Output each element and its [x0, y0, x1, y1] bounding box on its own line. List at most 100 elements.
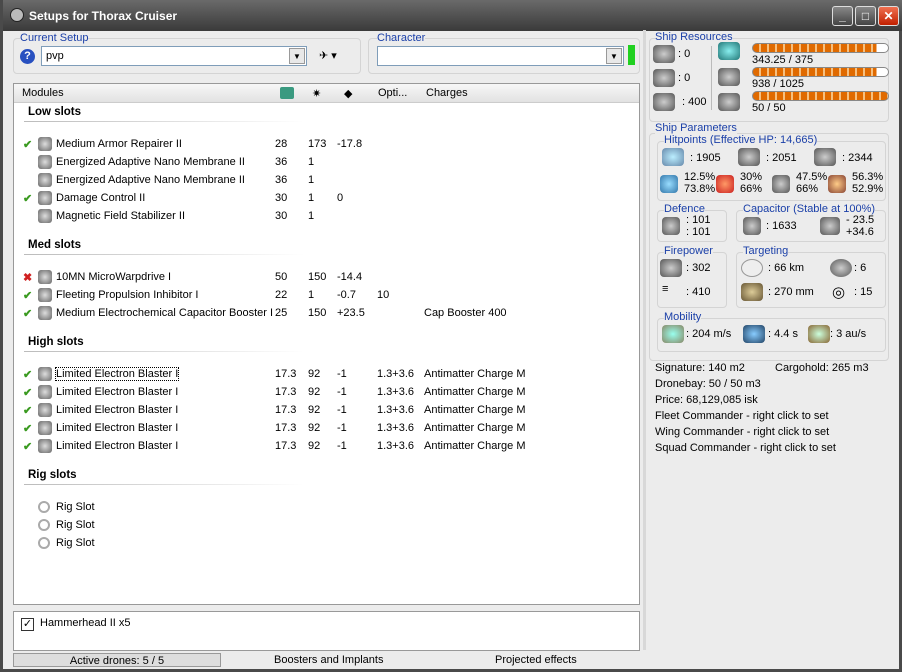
- module-row[interactable]: Energized Adaptive Nano Membrane II 36 1: [14, 153, 634, 171]
- minimize-button[interactable]: _: [832, 6, 853, 26]
- close-button[interactable]: ✕: [878, 6, 899, 26]
- title-bar[interactable]: Setups for Thorax Cruiser _ □ ✕: [3, 0, 902, 31]
- module-icon: [38, 155, 52, 169]
- shield-icon: [662, 148, 684, 166]
- check-icon[interactable]: ✔: [23, 422, 32, 435]
- speed-icon: [662, 325, 684, 343]
- module-row[interactable]: ✔ Limited Electron Blaster I 17.3 92 -1 1.3+3…: [14, 401, 634, 419]
- boosters-tab[interactable]: Boosters and Implants: [274, 654, 383, 666]
- optimal-value: 10: [377, 289, 390, 301]
- cpu-column-icon[interactable]: [280, 87, 294, 99]
- setup-select[interactable]: pvp ▼: [41, 46, 307, 66]
- module-icon: [38, 421, 52, 435]
- check-icon[interactable]: ✔: [23, 368, 32, 381]
- launcher-slots: : 0: [678, 72, 691, 84]
- charge-value[interactable]: Antimatter Charge M: [424, 368, 525, 380]
- splitter[interactable]: [643, 30, 646, 650]
- module-row[interactable]: ✔ Medium Armor Repairer II 28 173 -17.8: [14, 135, 634, 153]
- optimal-value: 1.3+3.6: [377, 386, 415, 398]
- squad-commander[interactable]: Squad Commander - right click to set: [655, 442, 836, 454]
- divider: [24, 254, 304, 255]
- character-select[interactable]: ▼: [377, 46, 624, 66]
- character-label: Character: [377, 32, 426, 44]
- wing-commander[interactable]: Wing Commander - right click to set: [655, 426, 829, 438]
- cpu-value: 36: [275, 174, 288, 186]
- module-row[interactable]: ✔ Limited Electron Blaster I 17.3 92 -1 1.3+3…: [14, 419, 634, 437]
- modules-list[interactable]: Modules ✷ ◆ Opti... Charges Low slots ✔ Me…: [13, 83, 640, 605]
- module-icon: [38, 173, 52, 187]
- max-targets: : 6: [854, 262, 867, 274]
- module-row[interactable]: ✔ Fleeting Propulsion Inhibitor I 22 1 -0.7 1…: [14, 286, 634, 304]
- header-modules[interactable]: Modules: [22, 87, 64, 99]
- module-row[interactable]: Rig Slot: [14, 498, 634, 516]
- cpu-value: 22: [275, 289, 288, 301]
- window-title: Setups for Thorax Cruiser: [29, 9, 178, 23]
- power-value: 1: [308, 156, 315, 168]
- em-resist-icon: [660, 175, 678, 193]
- cap-value: -14.4: [337, 271, 363, 283]
- module-icon: [38, 439, 52, 453]
- section-title: Low slots: [28, 106, 82, 118]
- module-icon: [38, 270, 52, 284]
- header-optimal[interactable]: Opti...: [378, 87, 407, 99]
- module-row[interactable]: ✔ Medium Electrochemical Capacitor Booste…: [14, 304, 634, 322]
- ship-menu-button[interactable]: ✈ ▾: [319, 49, 337, 62]
- module-row[interactable]: ✔ Damage Control II 30 1 0: [14, 189, 634, 207]
- targeting-title: Targeting: [743, 245, 789, 257]
- charge-value[interactable]: Antimatter Charge M: [424, 386, 525, 398]
- thermal-resists: 30% 66%: [740, 171, 763, 195]
- charge-value[interactable]: Antimatter Charge M: [424, 404, 525, 416]
- module-row[interactable]: Magnetic Field Stabilizer II 30 1: [14, 207, 634, 225]
- module-row[interactable]: ✔ Limited Electron Blaster I 17.3 92 -1 1.3+3…: [14, 365, 634, 383]
- check-icon[interactable]: ✔: [23, 404, 32, 417]
- max-targets-icon: [830, 259, 852, 277]
- offline-icon[interactable]: ✖: [23, 271, 32, 284]
- drone-checkbox[interactable]: ✓: [21, 618, 34, 631]
- header-charges[interactable]: Charges: [426, 87, 468, 99]
- check-icon[interactable]: ✔: [23, 307, 32, 320]
- check-icon[interactable]: ✔: [23, 289, 32, 302]
- module-name: Fleeting Propulsion Inhibitor I: [56, 289, 199, 301]
- module-row[interactable]: ✖ 10MN MicroWarpdrive I 50 150 -14.4: [14, 268, 634, 286]
- power-column-icon[interactable]: ✷: [312, 87, 321, 100]
- charge-value[interactable]: Antimatter Charge M: [424, 440, 525, 452]
- check-icon[interactable]: ✔: [23, 192, 32, 205]
- activation-column-icon[interactable]: ◆: [344, 87, 352, 100]
- module-name: Medium Electrochemical Capacitor Booster…: [56, 307, 274, 319]
- maximize-button[interactable]: □: [855, 6, 876, 26]
- charge-value[interactable]: Cap Booster 400: [424, 307, 507, 319]
- explosive-resists: 56.3% 52.9%: [852, 171, 884, 195]
- drone-item[interactable]: Hammerhead II x5: [40, 617, 130, 629]
- fleet-commander[interactable]: Fleet Commander - right click to set: [655, 410, 829, 422]
- module-row[interactable]: Rig Slot: [14, 534, 634, 552]
- module-icon: [38, 367, 52, 381]
- projected-tab[interactable]: Projected effects: [495, 654, 577, 666]
- power-value: 1: [308, 192, 315, 204]
- cpu-bar: [752, 43, 889, 53]
- chevron-down-icon[interactable]: ▼: [289, 48, 305, 64]
- turret-icon: [653, 45, 675, 63]
- module-row[interactable]: ✔ Limited Electron Blaster I 17.3 92 -1 1.3+3…: [14, 437, 634, 455]
- help-icon[interactable]: ?: [20, 49, 35, 64]
- check-icon[interactable]: ✔: [23, 440, 32, 453]
- chevron-down-icon[interactable]: ▼: [606, 48, 622, 64]
- power-value: 150: [308, 307, 327, 319]
- turret-slots: : 0: [678, 48, 691, 60]
- capacitor-capacity: : 1633: [766, 220, 797, 232]
- explosive-resist-icon: [828, 175, 846, 193]
- check-icon[interactable]: ✔: [23, 138, 32, 151]
- module-row[interactable]: Energized Adaptive Nano Membrane II 36 1: [14, 171, 634, 189]
- drones-list[interactable]: ✓ Hammerhead II x5: [13, 611, 640, 651]
- module-row[interactable]: Rig Slot: [14, 516, 634, 534]
- module-name: Medium Armor Repairer II: [56, 138, 182, 150]
- module-icon: [38, 137, 52, 151]
- signature: Signature: 140 m2: [655, 362, 745, 374]
- module-row[interactable]: ✔ Limited Electron Blaster I 17.3 92 -1 1.3+3…: [14, 383, 634, 401]
- module-icon: [38, 191, 52, 205]
- charge-value[interactable]: Antimatter Charge M: [424, 422, 525, 434]
- active-drones-tab[interactable]: Active drones: 5 / 5: [13, 653, 221, 667]
- power-value: 150: [308, 271, 327, 283]
- check-icon[interactable]: ✔: [23, 386, 32, 399]
- power-value: 173: [308, 138, 327, 150]
- mobility-title: Mobility: [664, 311, 702, 323]
